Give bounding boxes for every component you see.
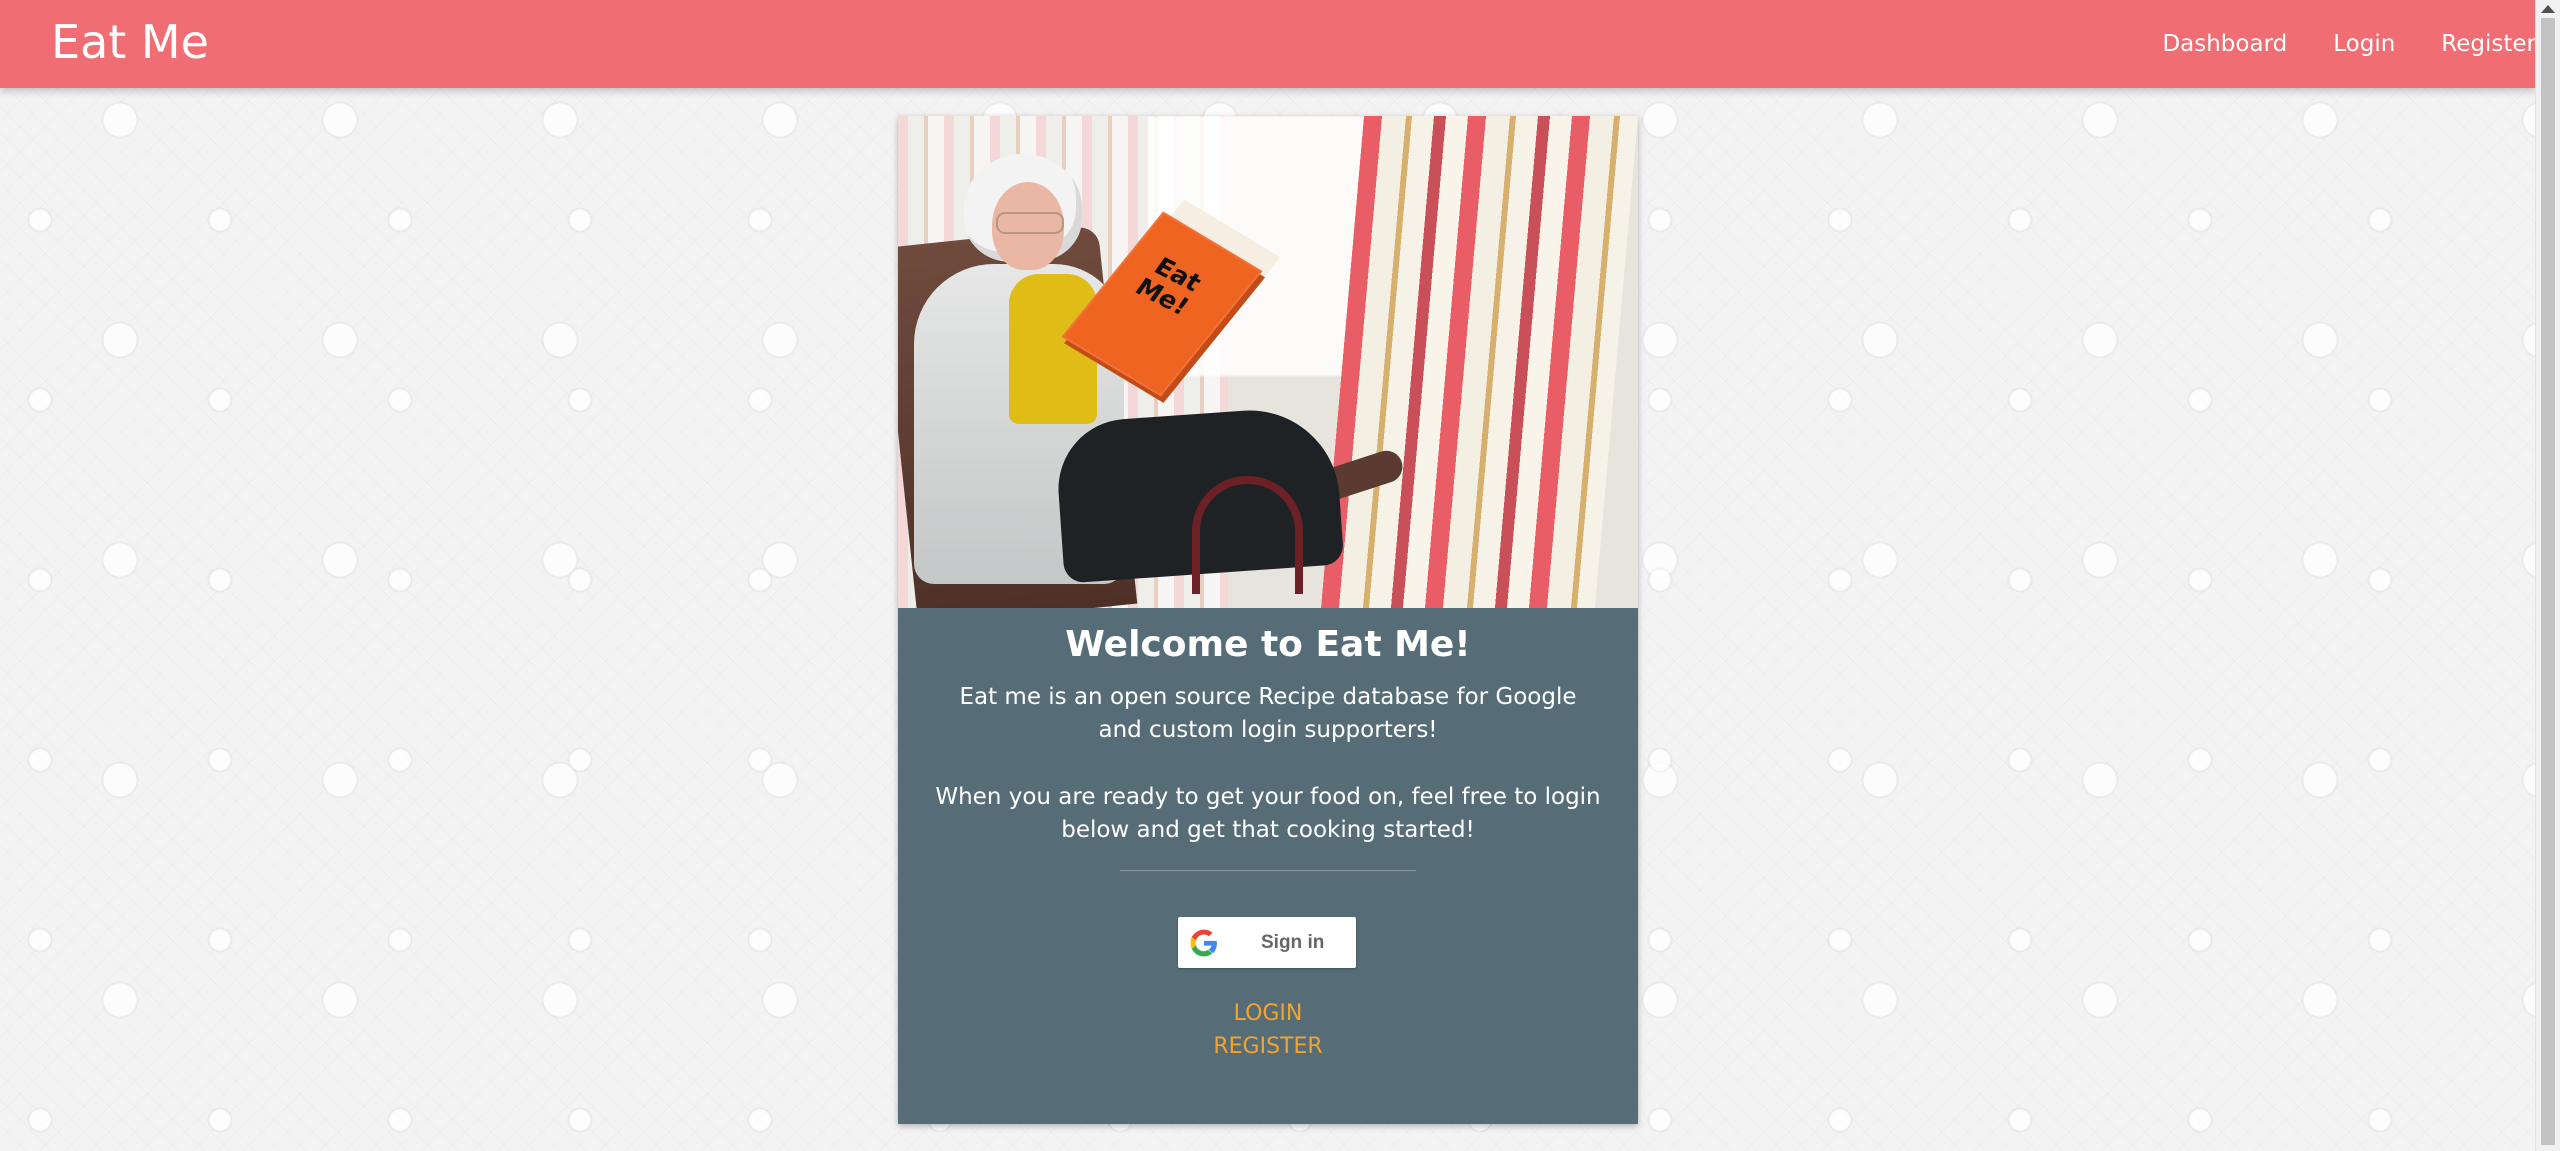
cane xyxy=(1192,476,1303,594)
google-sign-in-button[interactable]: Sign in xyxy=(1178,917,1356,968)
nav-dashboard-link[interactable]: Dashboard xyxy=(2162,29,2287,59)
brand-link[interactable]: Eat Me xyxy=(51,11,209,73)
elderly-woman-image: Eat Me! xyxy=(914,154,1414,608)
login-link[interactable]: LOGIN xyxy=(898,998,1638,1030)
nav-menu: Dashboard Login Register xyxy=(2116,0,2536,88)
scroll-up-arrow-icon[interactable] xyxy=(2541,5,2555,13)
login-encouragement-text: When you are ready to get your food on, … xyxy=(935,784,1601,843)
register-link[interactable]: REGISTER xyxy=(898,1031,1638,1063)
glasses xyxy=(996,212,1064,234)
nav-register-link[interactable]: Register xyxy=(2441,29,2536,59)
book-cover-text: Eat Me! xyxy=(1130,252,1207,321)
nav-login-link[interactable]: Login xyxy=(2333,29,2395,59)
content-divider xyxy=(1120,870,1416,871)
hero-image: Eat Me! xyxy=(898,116,1638,608)
top-navigation: Eat Me Dashboard Login Register xyxy=(0,0,2536,88)
google-sign-in-label: Sign in xyxy=(1261,932,1325,953)
welcome-card: Eat Me! Welcome to Eat Me! Eat me is an … xyxy=(898,116,1638,1124)
welcome-title: Welcome to Eat Me! xyxy=(1065,624,1471,665)
welcome-content: Welcome to Eat Me! Eat me is an open sou… xyxy=(898,608,1638,1124)
vertical-scrollbar[interactable] xyxy=(2535,0,2560,1151)
google-icon xyxy=(1190,929,1217,957)
description-text: Eat me is an open source Recipe database… xyxy=(959,684,1577,743)
scrollbar-thumb[interactable] xyxy=(2541,18,2555,1145)
